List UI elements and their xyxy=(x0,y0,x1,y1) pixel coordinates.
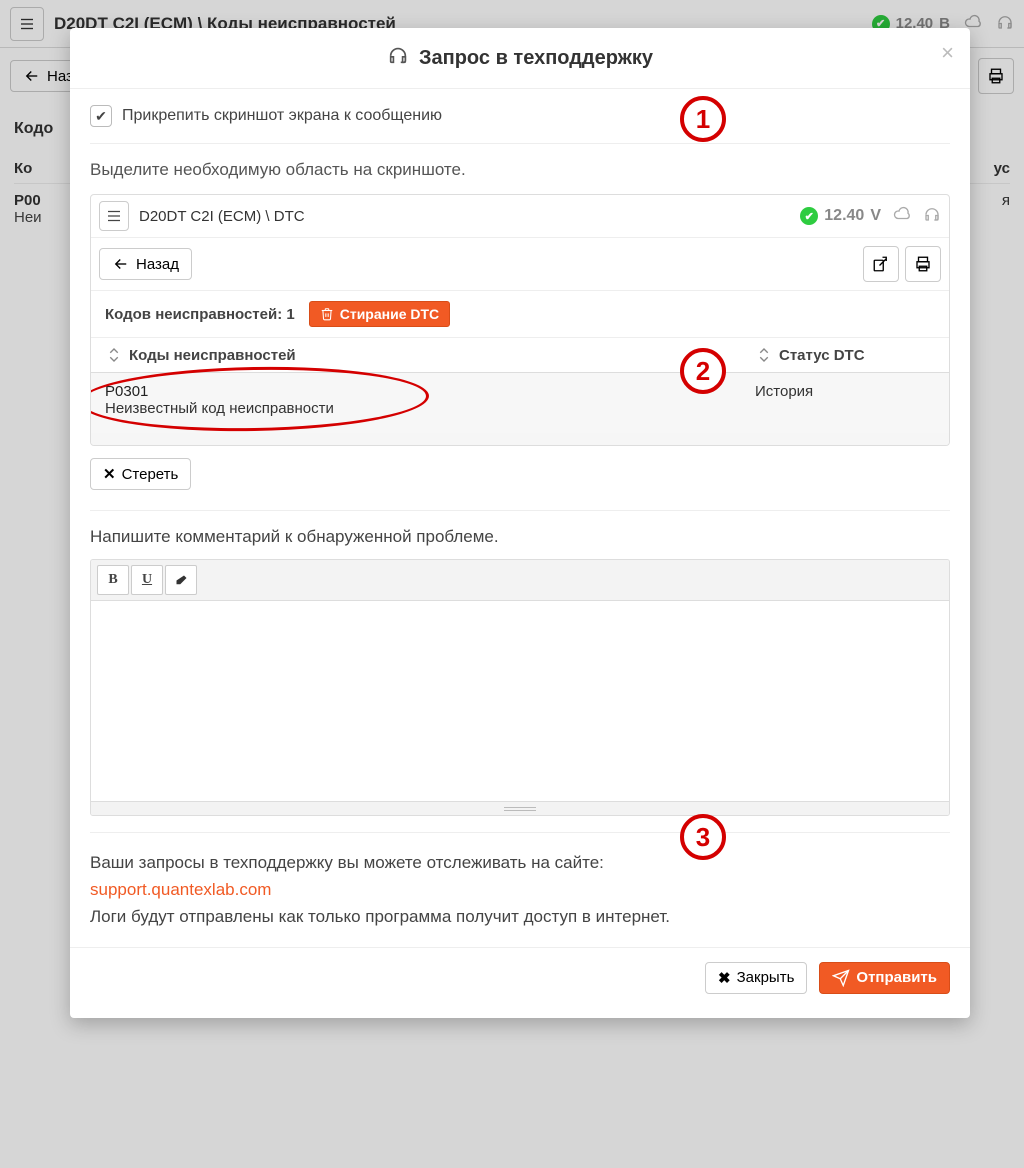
shot-back-button: Назад xyxy=(99,248,192,280)
close-icon: ✖ xyxy=(718,969,731,987)
dtc-desc: Неизвестный код неисправности xyxy=(105,400,755,417)
comment-textarea[interactable] xyxy=(91,601,949,801)
check-icon: ✔ xyxy=(800,207,818,225)
attach-screenshot-checkbox[interactable]: ✔ xyxy=(90,105,112,127)
shot-voltage-unit: V xyxy=(870,207,881,225)
dtc-th-codes: Коды неисправностей xyxy=(129,347,296,364)
headset-icon xyxy=(923,205,941,228)
resize-handle[interactable] xyxy=(91,801,949,815)
print-icon xyxy=(914,255,932,273)
eraser-icon xyxy=(174,573,189,588)
modal-title-text: Запрос в техподдержку xyxy=(419,47,653,70)
bold-button[interactable]: B xyxy=(97,565,129,595)
modal-footer: ✖ Закрыть Отправить xyxy=(70,947,970,1018)
close-label: Закрыть xyxy=(737,969,795,986)
modal-close-button[interactable]: × xyxy=(941,40,954,66)
comment-editor: B U xyxy=(90,559,950,816)
headset-icon xyxy=(387,44,409,72)
close-button[interactable]: ✖ Закрыть xyxy=(705,962,807,994)
logs-text: Логи будут отправлены как только програм… xyxy=(90,907,670,926)
sort-icon xyxy=(105,346,123,364)
trash-icon xyxy=(320,307,334,321)
eraser-button[interactable] xyxy=(165,565,197,595)
select-area-hint: Выделите необходимую область на скриншот… xyxy=(90,160,950,180)
attach-screenshot-label: Прикрепить скриншот экрана к сообщению xyxy=(122,107,442,125)
shot-export-button xyxy=(863,246,899,282)
shot-voltage-value: 12.40 xyxy=(824,207,864,225)
erase-annotation-button[interactable]: ✕ Стереть xyxy=(90,458,191,490)
dtc-th-status: Статус DTC xyxy=(779,347,865,364)
dtc-status: История xyxy=(755,383,935,417)
dtc-row: P0301 Неизвестный код неисправности Исто… xyxy=(91,373,949,433)
arrow-left-icon xyxy=(112,255,130,273)
shot-print-button xyxy=(905,246,941,282)
erase-label: Стереть xyxy=(122,466,179,483)
modal-body: ✔ Прикрепить скриншот экрана к сообщению… xyxy=(70,89,970,947)
support-request-modal: Запрос в техподдержку × ✔ Прикрепить скр… xyxy=(70,28,970,1018)
shot-back-label: Назад xyxy=(136,256,179,273)
hamburger-icon xyxy=(105,207,123,225)
close-icon: ✕ xyxy=(103,465,116,483)
erase-dtc-label: Стирание DTC xyxy=(340,306,439,322)
send-label: Отправить xyxy=(856,969,937,986)
modal-header: Запрос в техподдержку × xyxy=(70,28,970,89)
send-button[interactable]: Отправить xyxy=(819,962,950,994)
support-link[interactable]: support.quantexlab.com xyxy=(90,880,271,899)
cloud-icon xyxy=(893,205,911,228)
comment-label: Напишите комментарий к обнаруженной проб… xyxy=(90,527,950,547)
shot-breadcrumb: D20DT C2I (ECM) \ DTC xyxy=(139,208,305,225)
send-icon xyxy=(832,969,850,987)
underline-button[interactable]: U xyxy=(131,565,163,595)
embedded-screenshot[interactable]: D20DT C2I (ECM) \ DTC ✔ 12.40 V xyxy=(90,194,950,446)
editor-toolbar: B U xyxy=(91,560,949,601)
export-icon xyxy=(872,255,890,273)
dtc-code: P0301 xyxy=(105,383,755,400)
sort-icon xyxy=(755,346,773,364)
erase-dtc-button: Стирание DTC xyxy=(309,301,450,327)
track-text: Ваши запросы в техподдержку вы можете от… xyxy=(90,853,604,872)
shot-menu-button xyxy=(99,201,129,231)
dtc-count-label: Кодов неисправностей: 1 xyxy=(105,306,295,323)
